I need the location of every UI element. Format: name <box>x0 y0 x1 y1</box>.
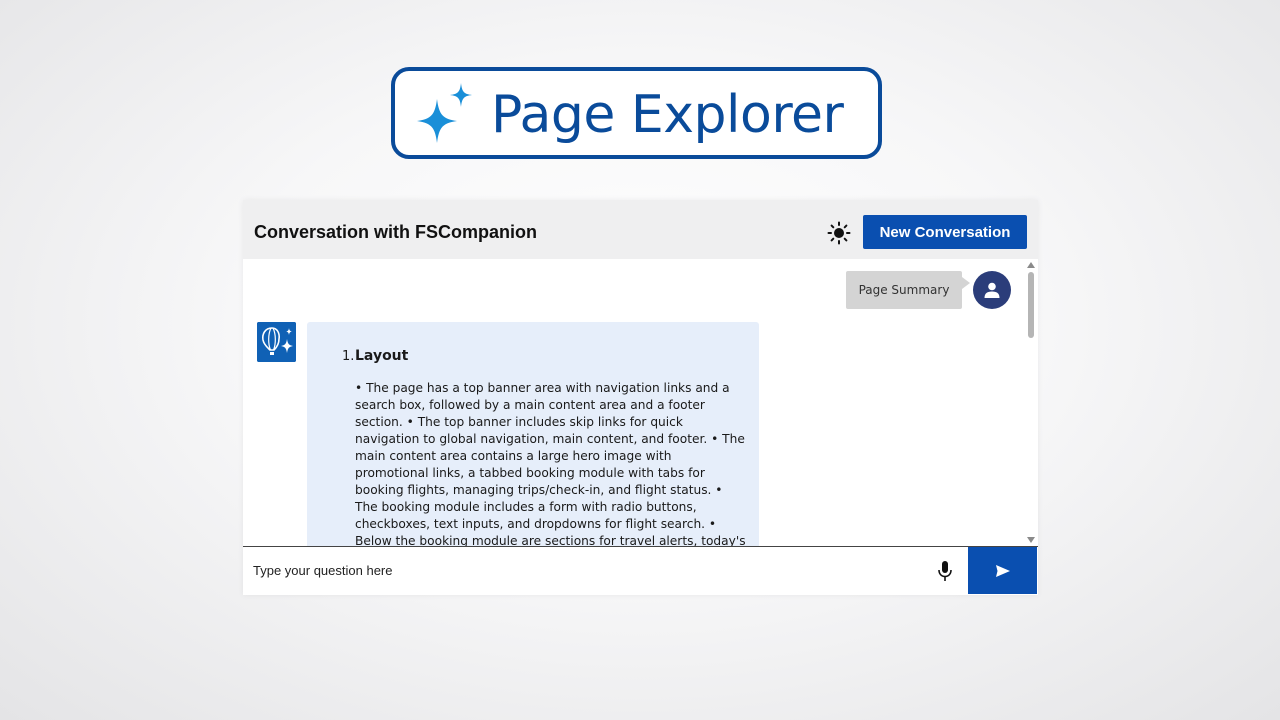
banner-title: Page Explorer <box>491 85 844 145</box>
scroll-up-arrow[interactable] <box>1027 262 1035 268</box>
chat-panel: Conversation with FSCompanion New Conver… <box>243 200 1038 595</box>
message-list[interactable]: Page Summary 1. Layout • The page has a … <box>243 259 1038 546</box>
section-number: 1. <box>342 349 355 364</box>
sun-icon[interactable] <box>827 221 851 245</box>
question-input[interactable] <box>251 555 925 585</box>
page-explorer-banner: Page Explorer <box>391 67 882 159</box>
chat-title: Conversation with FSCompanion <box>254 222 538 242</box>
input-bar <box>243 546 1038 595</box>
chat-header: Conversation with FSCompanion New Conver… <box>243 200 1038 259</box>
user-message: Page Summary <box>846 271 970 309</box>
new-conversation-button[interactable]: New Conversation <box>863 215 1027 249</box>
scroll-thumb[interactable] <box>1028 272 1034 338</box>
user-message-text: Page Summary <box>858 283 950 297</box>
assistant-message: 1. Layout • The page has a top banner ar… <box>307 322 759 546</box>
scroll-down-arrow[interactable] <box>1027 537 1035 543</box>
send-icon <box>995 564 1010 577</box>
message-scrollbar[interactable] <box>1026 259 1036 546</box>
send-button[interactable] <box>968 547 1037 594</box>
section-title: Layout <box>355 348 409 364</box>
user-icon <box>973 271 1011 309</box>
section-body: • The page has a top banner area with na… <box>355 381 746 546</box>
balloon-sparkle-logo <box>257 322 296 362</box>
microphone-icon[interactable] <box>936 560 954 582</box>
sparkle-icon <box>417 83 472 143</box>
